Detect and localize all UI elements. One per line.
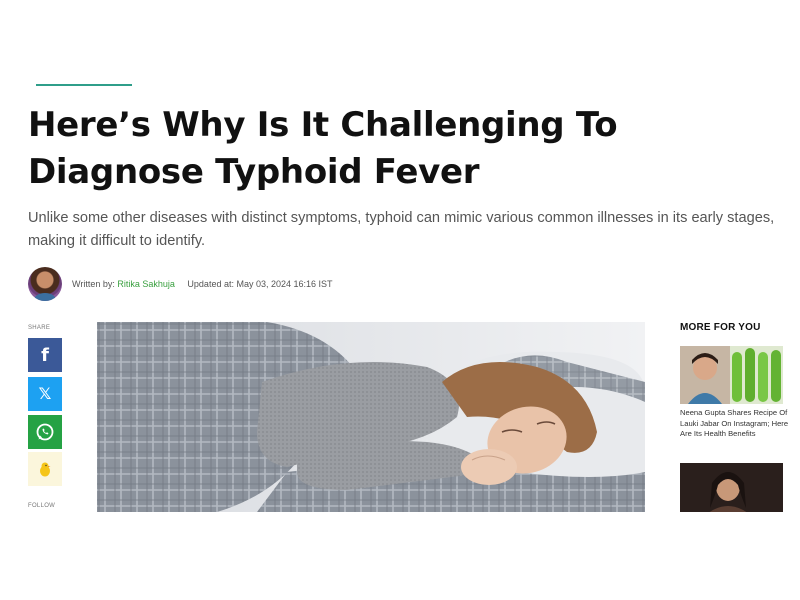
more-thumbnail-1[interactable] bbox=[680, 346, 783, 404]
x-share-button[interactable]: 𝕏 bbox=[28, 377, 62, 411]
hero-image bbox=[97, 322, 645, 512]
woman-portrait-thumbnail bbox=[680, 463, 783, 513]
follow-label: FOLLOW bbox=[28, 503, 56, 509]
article-subtitle: Unlike some other diseases with distinct… bbox=[28, 210, 775, 249]
neena-gupta-lauki-thumbnail bbox=[680, 346, 783, 404]
facebook-share-button[interactable]: f bbox=[28, 338, 62, 372]
x-icon: 𝕏 bbox=[38, 386, 52, 403]
whatsapp-icon bbox=[36, 423, 54, 441]
updated-label: Updated at: bbox=[187, 279, 234, 289]
title-accent-line bbox=[36, 84, 132, 86]
sick-woman-in-bed-image bbox=[97, 322, 645, 512]
author-avatar[interactable] bbox=[28, 267, 62, 301]
more-for-you-heading: MORE FOR YOU bbox=[680, 322, 761, 333]
more-thumbnail-2[interactable] bbox=[680, 463, 783, 513]
byline-meta: Written by: Ritika Sakhuja Updated at: M… bbox=[72, 279, 333, 289]
author-link[interactable]: Ritika Sakhuja bbox=[117, 279, 175, 289]
byline: Written by: Ritika Sakhuja Updated at: M… bbox=[28, 267, 333, 301]
article-title: Here’s Why Is It Challenging To Diagnose… bbox=[28, 105, 618, 192]
page-bottom-blank bbox=[0, 512, 800, 600]
whatsapp-share-button[interactable] bbox=[28, 415, 62, 449]
written-by-label: Written by: bbox=[72, 279, 115, 289]
koo-share-button[interactable] bbox=[28, 452, 62, 486]
updated-timestamp: May 03, 2024 16:16 IST bbox=[236, 279, 333, 289]
facebook-icon: f bbox=[41, 344, 49, 366]
share-label: SHARE bbox=[28, 325, 51, 331]
more-item-caption[interactable]: Neena Gupta Shares Recipe Of Lauki Jabar… bbox=[680, 408, 790, 440]
koo-bird-icon bbox=[40, 462, 51, 477]
